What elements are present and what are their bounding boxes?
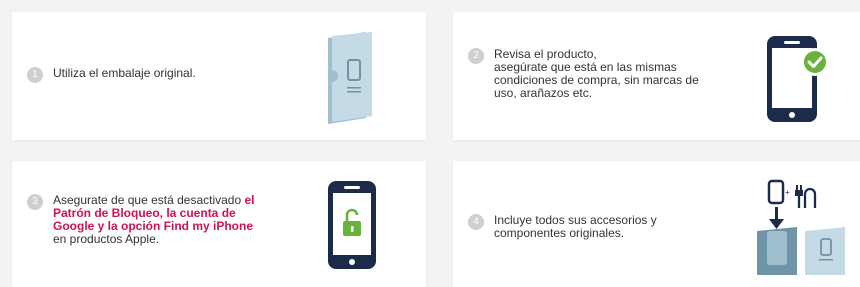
step-number-badge: 3 bbox=[27, 194, 43, 210]
svg-text:+: + bbox=[785, 188, 790, 197]
step-3-prefix: Asegurate de que está desactivado bbox=[53, 193, 245, 207]
step-4: 4 Incluye todos sus accesorios y compone… bbox=[468, 214, 657, 240]
step-1: 1 Utiliza el embalaje original. bbox=[27, 67, 196, 83]
step-2: 2 Revisa el producto, asegúrate que está… bbox=[468, 48, 699, 100]
phone-unlock-icon bbox=[326, 177, 382, 278]
step-card-1: 1 Utiliza el embalaje original. bbox=[12, 12, 426, 140]
step-card-3: 3 Asegurate de que está desactivado el P… bbox=[12, 161, 426, 287]
step-3-suffix: en productos Apple. bbox=[53, 232, 160, 246]
step-card-2: 2 Revisa el producto, asegúrate que está… bbox=[453, 12, 860, 140]
step-1-text: Utiliza el embalaje original. bbox=[53, 67, 196, 80]
step-3-text: Asegurate de que está desactivado el Pat… bbox=[53, 194, 254, 246]
step-3: 3 Asegurate de que está desactivado el P… bbox=[27, 194, 254, 246]
step-card-4: 4 Incluye todos sus accesorios y compone… bbox=[453, 161, 860, 287]
step-3-highlight-1: el bbox=[244, 193, 255, 207]
step-4-line-2: componentes originales. bbox=[494, 226, 625, 240]
step-2-line-3: condiciones de compra, sin marcas de bbox=[494, 73, 699, 87]
step-2-line-4: uso, arañazos etc. bbox=[494, 86, 593, 100]
step-number-badge: 2 bbox=[468, 48, 484, 64]
step-4-line-1: Incluye todos sus accesorios y bbox=[494, 213, 657, 227]
step-2-line-2: asegúrate que está en las mismas bbox=[494, 60, 677, 74]
step-2-line-1: Revisa el producto, bbox=[494, 47, 597, 61]
step-3-highlight-3: Google y la opción Find my iPhone bbox=[53, 219, 254, 233]
step-1-line-1: Utiliza el embalaje original. bbox=[53, 66, 196, 80]
step-number-badge: 1 bbox=[27, 67, 43, 83]
phone-charger-box-icon: + bbox=[749, 175, 849, 280]
phone-check-icon bbox=[765, 28, 835, 133]
step-3-highlight-2: Patrón de Bloqueo, la cuenta de bbox=[53, 206, 236, 220]
step-2-text: Revisa el producto, asegúrate que está e… bbox=[494, 48, 699, 100]
package-box-icon bbox=[320, 30, 380, 130]
step-number-badge: 4 bbox=[468, 214, 484, 230]
step-4-text: Incluye todos sus accesorios y component… bbox=[494, 214, 657, 240]
